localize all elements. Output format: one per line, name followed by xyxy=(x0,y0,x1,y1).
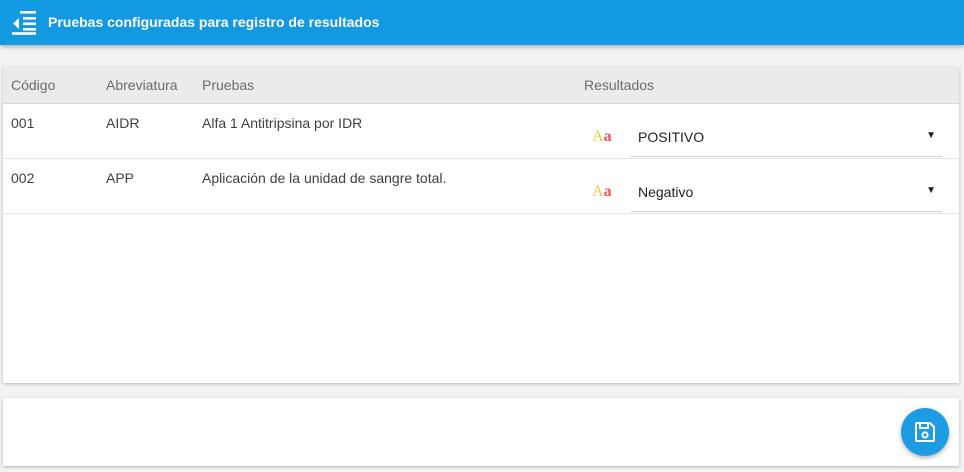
text-type-icon-lower: a xyxy=(603,183,612,200)
cell-prueba: Aplicación de la unidad de sangre total. xyxy=(202,170,447,186)
menu-collapse-icon[interactable] xyxy=(10,9,38,35)
action-footer xyxy=(3,398,959,466)
page-title: Pruebas configuradas para registro de re… xyxy=(48,14,380,30)
results-table: Código Abreviatura Pruebas Resultados 00… xyxy=(3,67,959,383)
column-header-resultados[interactable]: Resultados xyxy=(584,77,654,93)
cell-prueba: Alfa 1 Antitripsina por IDR xyxy=(202,115,363,131)
main-content: Código Abreviatura Pruebas Resultados 00… xyxy=(0,45,964,472)
app-header: Pruebas configuradas para registro de re… xyxy=(0,0,964,45)
result-select[interactable]: Negativo ▼ xyxy=(631,172,942,212)
dropdown-arrow-icon: ▼ xyxy=(926,185,936,196)
cell-codigo: 001 xyxy=(11,115,35,131)
text-type-icon-upper: A xyxy=(592,128,604,145)
column-header-pruebas[interactable]: Pruebas xyxy=(202,77,254,93)
table-header: Código Abreviatura Pruebas Resultados xyxy=(3,67,959,104)
cell-abreviatura: AIDR xyxy=(106,115,140,131)
save-icon xyxy=(915,422,935,442)
column-header-abreviatura[interactable]: Abreviatura xyxy=(106,77,178,93)
save-button[interactable] xyxy=(901,408,949,456)
table-row: 002 APP Aplicación de la unidad de sangr… xyxy=(3,159,959,214)
text-type-icon: Aa xyxy=(592,129,612,145)
text-type-icon-lower: a xyxy=(603,128,612,145)
dropdown-arrow-icon: ▼ xyxy=(926,130,936,141)
text-type-icon: Aa xyxy=(592,184,612,200)
table-row: 001 AIDR Alfa 1 Antitripsina por IDR Aa … xyxy=(3,104,959,159)
result-select-value: Negativo xyxy=(638,184,694,200)
column-header-codigo[interactable]: Código xyxy=(11,77,55,93)
cell-abreviatura: APP xyxy=(106,170,135,186)
text-type-icon-upper: A xyxy=(592,183,604,200)
result-select-value: POSITIVO xyxy=(638,129,705,145)
result-select[interactable]: POSITIVO ▼ xyxy=(631,117,942,157)
cell-codigo: 002 xyxy=(11,170,35,186)
